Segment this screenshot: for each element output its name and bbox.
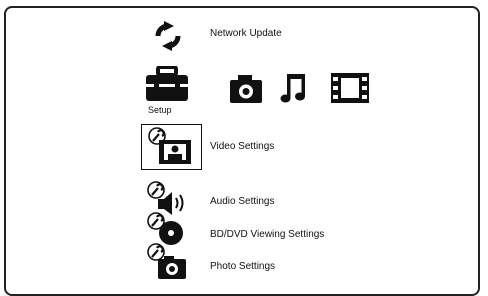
- disc-settings-icon[interactable]: [146, 212, 192, 246]
- video-settings-label[interactable]: Video Settings: [210, 141, 274, 152]
- network-update-label[interactable]: Network Update: [210, 28, 282, 39]
- film-strip-icon[interactable]: [330, 72, 370, 104]
- photo-settings-icon[interactable]: [146, 243, 192, 279]
- toolbox-icon[interactable]: [145, 66, 189, 102]
- video-settings-icon[interactable]: [146, 126, 196, 168]
- bd-dvd-settings-label[interactable]: BD/DVD Viewing Settings: [210, 229, 324, 240]
- audio-settings-label[interactable]: Audio Settings: [210, 196, 275, 207]
- refresh-icon[interactable]: [150, 20, 186, 52]
- music-note-icon[interactable]: [280, 72, 306, 104]
- audio-settings-icon[interactable]: [146, 181, 192, 215]
- setup-label: Setup: [148, 105, 172, 115]
- camera-icon[interactable]: [229, 74, 263, 104]
- photo-settings-label[interactable]: Photo Settings: [210, 261, 275, 272]
